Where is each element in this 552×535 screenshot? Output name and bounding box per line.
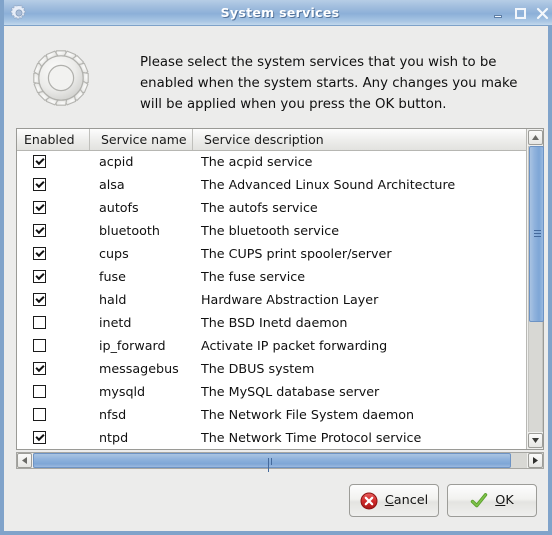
service-name-cell: fuse <box>99 269 126 284</box>
service-name-cell: ip_forward <box>99 338 166 353</box>
scroll-up-icon[interactable] <box>528 130 543 145</box>
table-row[interactable]: inetd The BSD Inetd daemon <box>17 312 527 335</box>
enabled-checkbox[interactable] <box>33 201 46 214</box>
service-name-cell: nfsd <box>99 407 127 422</box>
cancel-label-suffix: ancel <box>393 493 429 508</box>
header-section: Please select the system services that y… <box>4 26 548 124</box>
enabled-checkbox[interactable] <box>33 316 46 329</box>
cancel-button-label: Cancel <box>385 493 428 508</box>
service-description-cell: The CUPS print spooler/server <box>201 246 392 261</box>
cancel-button[interactable]: Cancel <box>349 484 439 517</box>
service-description-cell: The autofs service <box>201 200 318 215</box>
enabled-checkbox[interactable] <box>33 178 46 191</box>
table-row[interactable]: ip_forward Activate IP packet forwarding <box>17 335 527 358</box>
table-row[interactable]: ntpd The Network Time Protocol service <box>17 427 527 449</box>
service-description-cell: The Advanced Linux Sound Architecture <box>201 177 456 192</box>
column-header-enabled[interactable]: Enabled <box>24 129 75 150</box>
service-description-cell: Activate IP packet forwarding <box>201 338 388 353</box>
error-x-icon <box>360 492 378 510</box>
enabled-checkbox[interactable] <box>33 270 46 283</box>
service-description-cell: Hardware Abstraction Layer <box>201 292 379 307</box>
vertical-scroll-thumb[interactable] <box>529 146 544 322</box>
window-controls <box>492 5 549 21</box>
table-row[interactable]: cups The CUPS print spooler/server <box>17 243 527 266</box>
service-name-cell: autofs <box>99 200 139 215</box>
enabled-checkbox[interactable] <box>33 224 46 237</box>
table-row[interactable]: alsa The Advanced Linux Sound Architectur… <box>17 174 527 197</box>
scroll-down-icon[interactable] <box>528 433 543 448</box>
minimize-icon[interactable] <box>492 7 505 20</box>
close-icon[interactable] <box>536 7 549 20</box>
scroll-right-icon[interactable] <box>528 453 543 468</box>
service-name-cell: acpid <box>99 154 134 169</box>
service-description-cell: The bluetooth service <box>201 223 340 238</box>
table-row[interactable]: nfsd The Network File System daemon <box>17 404 527 427</box>
check-icon <box>470 492 488 510</box>
service-description-cell: The fuse service <box>201 269 306 284</box>
ok-button-label: OK <box>495 493 513 508</box>
table-row[interactable]: autofs The autofs service <box>17 197 527 220</box>
column-header-service-name[interactable]: Service name <box>89 129 187 150</box>
table-body: acpid The acpid service alsa The Advanced L… <box>17 151 527 449</box>
table-row[interactable]: mysqld The MySQL database server <box>17 381 527 404</box>
enabled-checkbox[interactable] <box>33 408 46 421</box>
instruction-text: Please select the system services that y… <box>140 55 518 112</box>
service-name-cell: ntpd <box>99 430 129 445</box>
enabled-checkbox[interactable] <box>33 385 46 398</box>
service-name-cell: hald <box>99 292 127 307</box>
enabled-checkbox[interactable] <box>33 339 46 352</box>
enabled-checkbox[interactable] <box>33 155 46 168</box>
table-header: Enabled Service name Service description <box>17 129 527 151</box>
service-description-cell: The BSD Inetd daemon <box>201 315 348 330</box>
vertical-scroll-track[interactable] <box>528 146 544 432</box>
gear-icon <box>29 46 93 110</box>
title-bar: System services <box>4 0 552 26</box>
enabled-checkbox[interactable] <box>33 247 46 260</box>
service-description-cell: The MySQL database server <box>201 384 380 399</box>
maximize-icon[interactable] <box>514 7 527 20</box>
horizontal-scroll-track[interactable] <box>33 453 527 472</box>
enabled-checkbox[interactable] <box>33 293 46 306</box>
service-name-cell: alsa <box>99 177 125 192</box>
cancel-mnemonic: C <box>384 493 394 508</box>
service-description-cell: The Network Time Protocol service <box>201 430 422 445</box>
table-row[interactable]: bluetooth The bluetooth service <box>17 220 527 243</box>
services-list: Enabled Service name Service description… <box>16 128 544 450</box>
service-description-cell: The Network File System daemon <box>201 407 415 422</box>
table-row[interactable]: acpid The acpid service <box>17 151 527 174</box>
column-header-service-description[interactable]: Service description <box>192 129 324 150</box>
scroll-left-icon[interactable] <box>17 453 32 468</box>
enabled-checkbox[interactable] <box>33 362 46 375</box>
service-description-cell: The acpid service <box>201 154 313 169</box>
table-row[interactable]: fuse The fuse service <box>17 266 527 289</box>
service-name-cell: mysqld <box>99 384 146 399</box>
service-name-cell: cups <box>99 246 129 261</box>
service-name-cell: messagebus <box>99 361 179 376</box>
horizontal-scrollbar[interactable] <box>16 452 544 472</box>
window-title: System services <box>220 5 340 20</box>
vertical-scrollbar[interactable] <box>526 129 544 449</box>
ok-mnemonic: O <box>495 493 506 508</box>
service-description-cell: The DBUS system <box>201 361 315 376</box>
enabled-checkbox[interactable] <box>33 431 46 444</box>
scroll-grip-icon <box>534 230 541 238</box>
scroll-grip-icon <box>268 458 276 472</box>
table-row[interactable]: messagebus The DBUS system <box>17 358 527 381</box>
services-list-viewport: Enabled Service name Service description… <box>17 129 527 449</box>
ok-button[interactable]: OK <box>447 484 537 517</box>
table-row[interactable]: hald Hardware Abstraction Layer <box>17 289 527 312</box>
ok-label-suffix: K <box>505 493 514 508</box>
horizontal-scroll-thumb[interactable] <box>33 453 511 472</box>
service-name-cell: inetd <box>99 315 132 330</box>
system-services-dialog: System services Please select the system… <box>0 0 552 535</box>
service-name-cell: bluetooth <box>99 223 160 238</box>
